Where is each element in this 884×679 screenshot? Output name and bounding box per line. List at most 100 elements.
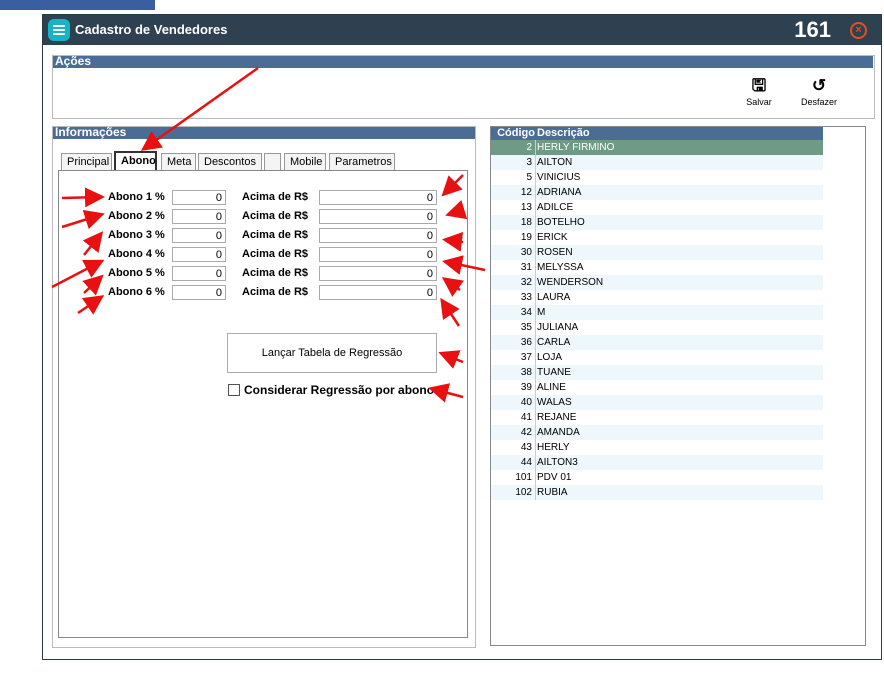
tab-principal[interactable]: Principal bbox=[61, 153, 112, 170]
table-row[interactable]: 19 ERICK bbox=[491, 230, 823, 245]
column-separator bbox=[535, 470, 536, 485]
column-separator bbox=[535, 305, 536, 320]
table-row[interactable]: 34 M bbox=[491, 305, 823, 320]
acima-1-label: Acima de R$ bbox=[242, 191, 309, 203]
cell-descricao: ERICK bbox=[537, 232, 568, 243]
table-row[interactable]: 36 CARLA bbox=[491, 335, 823, 350]
column-separator bbox=[535, 275, 536, 290]
table-row[interactable]: 42 AMANDA bbox=[491, 425, 823, 440]
table-row[interactable]: 40 WALAS bbox=[491, 395, 823, 410]
table-row[interactable]: 5 VINICIUS bbox=[491, 170, 823, 185]
table-row[interactable]: 41 REJANE bbox=[491, 410, 823, 425]
abono-3-input[interactable]: 0 bbox=[172, 228, 226, 243]
column-separator bbox=[535, 440, 536, 455]
tab-meta[interactable]: Meta bbox=[161, 153, 196, 170]
column-separator bbox=[535, 245, 536, 260]
table-row[interactable]: 39 ALINE bbox=[491, 380, 823, 395]
abono-2-input[interactable]: 0 bbox=[172, 209, 226, 224]
table-row[interactable]: 12 ADRIANA bbox=[491, 185, 823, 200]
grid-body: 2 HERLY FIRMINO 3 AILTON 5 VINICIUS 12 ADRIANA 1… bbox=[491, 140, 823, 500]
table-row[interactable]: 37 LOJA bbox=[491, 350, 823, 365]
acima-4-input[interactable]: 0 bbox=[319, 247, 437, 262]
cell-descricao: PDV 01 bbox=[537, 472, 572, 483]
abono-6-label: Abono 6 % bbox=[108, 286, 165, 298]
table-row[interactable]: 18 BOTELHO bbox=[491, 215, 823, 230]
grid-header: Código Descrição bbox=[491, 127, 823, 140]
table-row[interactable]: 32 WENDERSON bbox=[491, 275, 823, 290]
tab-blank[interactable] bbox=[264, 153, 281, 170]
undo-icon: ↺ bbox=[811, 76, 827, 95]
cell-descricao: AILTON3 bbox=[537, 457, 578, 468]
cell-descricao: ADRIANA bbox=[537, 187, 582, 198]
column-separator bbox=[535, 260, 536, 275]
undo-label: Desfazer bbox=[800, 97, 837, 107]
acima-1-input[interactable]: 0 bbox=[319, 190, 437, 205]
tab-abono[interactable]: Abono bbox=[114, 151, 157, 171]
cell-codigo: 36 bbox=[520, 337, 532, 348]
tab-mobile[interactable]: Mobile bbox=[284, 153, 326, 170]
table-row[interactable]: 33 LAURA bbox=[491, 290, 823, 305]
cell-codigo: 32 bbox=[520, 277, 532, 288]
title-bar: Cadastro de Vendedores 161 × bbox=[43, 15, 881, 45]
cell-descricao: HERLY bbox=[537, 442, 570, 453]
column-separator bbox=[535, 155, 536, 170]
table-row[interactable]: 30 ROSEN bbox=[491, 245, 823, 260]
lancar-tabela-regressao-button[interactable]: Lançar Tabela de Regressão bbox=[227, 333, 437, 373]
acima-5-label: Acima de R$ bbox=[242, 267, 309, 279]
column-separator bbox=[535, 170, 536, 185]
window-number: 161 bbox=[794, 17, 831, 42]
column-codigo[interactable]: Código bbox=[491, 127, 535, 139]
acima-2-input[interactable]: 0 bbox=[319, 209, 437, 224]
table-row[interactable]: 102 RUBIA bbox=[491, 485, 823, 500]
column-separator bbox=[535, 350, 536, 365]
save-icon: 🖫 bbox=[751, 76, 767, 95]
abono-5-input[interactable]: 0 bbox=[172, 266, 226, 281]
column-separator bbox=[535, 380, 536, 395]
undo-button[interactable]: ↺ Desfazer bbox=[794, 76, 844, 108]
abono-4-input[interactable]: 0 bbox=[172, 247, 226, 262]
cell-descricao: CARLA bbox=[537, 337, 571, 348]
tab-parametros[interactable]: Parametros bbox=[329, 153, 395, 170]
cell-codigo: 101 bbox=[515, 472, 532, 483]
table-row[interactable]: 44 AILTON3 bbox=[491, 455, 823, 470]
cell-descricao: JULIANA bbox=[537, 322, 579, 333]
abono-3-label: Abono 3 % bbox=[108, 229, 165, 241]
cell-codigo: 5 bbox=[526, 172, 532, 183]
table-row[interactable]: 13 ADILCE bbox=[491, 200, 823, 215]
cell-codigo: 37 bbox=[520, 352, 532, 363]
tab-descontos[interactable]: Descontos bbox=[198, 153, 262, 170]
cell-descricao: AILTON bbox=[537, 157, 573, 168]
close-icon[interactable]: × bbox=[850, 22, 867, 39]
table-row[interactable]: 43 HERLY bbox=[491, 440, 823, 455]
acima-3-input[interactable]: 0 bbox=[319, 228, 437, 243]
acima-2-label: Acima de R$ bbox=[242, 210, 309, 222]
column-separator bbox=[535, 185, 536, 200]
acima-6-input[interactable]: 0 bbox=[319, 285, 437, 300]
cell-descricao: VINICIUS bbox=[537, 172, 581, 183]
save-button[interactable]: 🖫 Salvar bbox=[734, 76, 784, 108]
vendedores-grid: Código Descrição 2 HERLY FIRMINO 3 AILTON 5 V… bbox=[490, 126, 866, 646]
table-row[interactable]: 31 MELYSSA bbox=[491, 260, 823, 275]
cell-codigo: 102 bbox=[515, 487, 532, 498]
column-descricao[interactable]: Descrição bbox=[537, 127, 590, 139]
cell-codigo: 35 bbox=[520, 322, 532, 333]
column-separator bbox=[535, 320, 536, 335]
cell-descricao: ROSEN bbox=[537, 247, 573, 258]
acima-3-label: Acima de R$ bbox=[242, 229, 309, 241]
cell-codigo: 31 bbox=[520, 262, 532, 273]
table-row[interactable]: 101 PDV 01 bbox=[491, 470, 823, 485]
considerar-regressao-checkbox[interactable] bbox=[228, 384, 240, 396]
table-row[interactable]: 2 HERLY FIRMINO bbox=[491, 140, 823, 155]
cell-descricao: LOJA bbox=[537, 352, 563, 363]
table-row[interactable]: 35 JULIANA bbox=[491, 320, 823, 335]
cell-descricao: AMANDA bbox=[537, 427, 580, 438]
abono-6-input[interactable]: 0 bbox=[172, 285, 226, 300]
table-row[interactable]: 3 AILTON bbox=[491, 155, 823, 170]
cell-descricao: WALAS bbox=[537, 397, 572, 408]
cell-codigo: 43 bbox=[520, 442, 532, 453]
table-row[interactable]: 38 TUANE bbox=[491, 365, 823, 380]
vendedores-window: Cadastro de Vendedores 161 × Ações 🖫 Sal… bbox=[42, 14, 882, 660]
column-separator bbox=[535, 215, 536, 230]
acima-5-input[interactable]: 0 bbox=[319, 266, 437, 281]
abono-1-input[interactable]: 0 bbox=[172, 190, 226, 205]
